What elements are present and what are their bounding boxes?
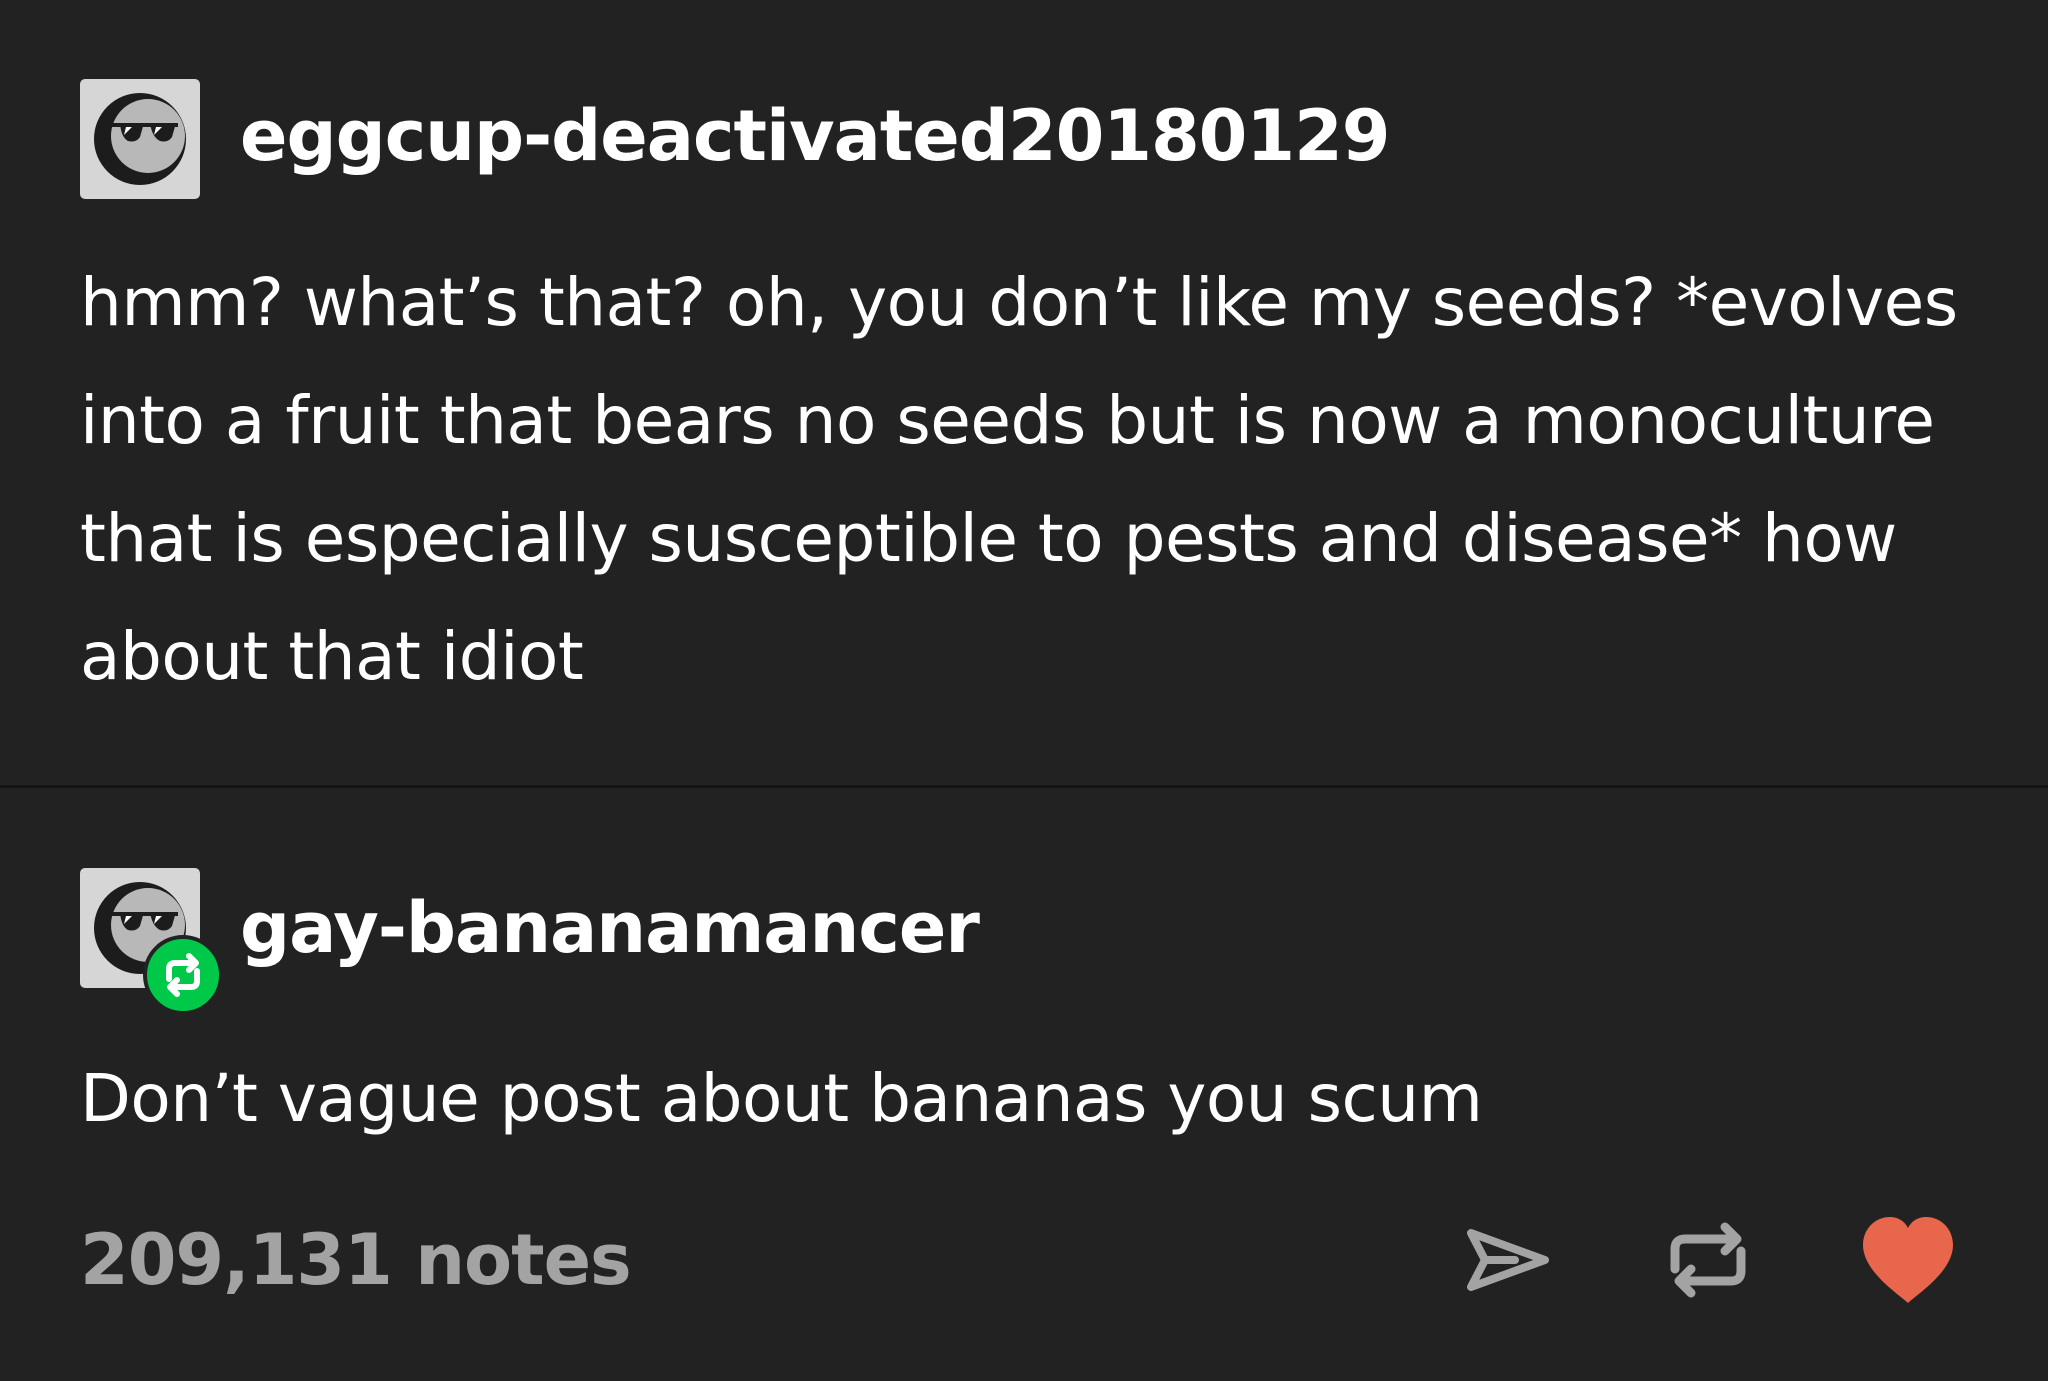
like-button[interactable] bbox=[1853, 1205, 1963, 1315]
post-footer: 209,131 notes bbox=[0, 1195, 2048, 1325]
user-avatar[interactable] bbox=[80, 79, 200, 199]
username[interactable]: eggcup-deactivated20180129 bbox=[240, 96, 1391, 176]
post-trail-item: eggcup-deactivated20180129 hmm? what’s t… bbox=[0, 0, 2048, 786]
share-button[interactable] bbox=[1453, 1205, 1563, 1315]
post-text: hmm? what’s that? oh, you don’t like my … bbox=[80, 264, 1958, 695]
username[interactable]: gay-bananamancer bbox=[240, 888, 980, 968]
notes-count[interactable]: 209,131 notes bbox=[80, 1215, 632, 1305]
sunglasses-avatar-icon bbox=[94, 93, 186, 185]
reblog-badge bbox=[143, 935, 223, 1015]
reblog-icon bbox=[166, 953, 200, 997]
reblog-icon bbox=[1670, 1222, 1746, 1298]
share-icon bbox=[1467, 1229, 1549, 1291]
reblog-button[interactable] bbox=[1653, 1205, 1763, 1315]
tumblr-post: eggcup-deactivated20180129 hmm? what’s t… bbox=[0, 0, 2048, 1381]
post-text: Don’t vague post about bananas you scum bbox=[80, 1060, 1483, 1137]
heart-icon bbox=[1863, 1217, 1953, 1303]
